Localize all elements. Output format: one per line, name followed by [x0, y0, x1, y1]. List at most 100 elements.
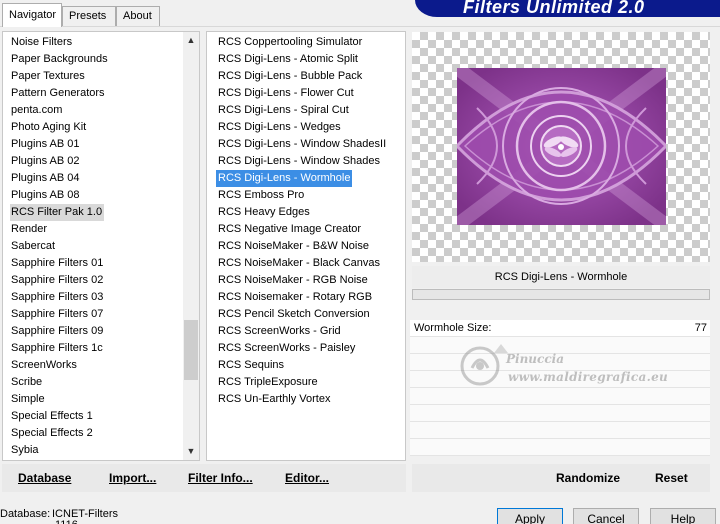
- randomize-button[interactable]: Randomize: [556, 471, 620, 485]
- filter-list[interactable]: RCS Coppertooling Simulator RCS Digi-Lens…: [206, 31, 406, 461]
- filter-item-label: RCS Digi-Lens - Window ShadesII: [218, 138, 387, 150]
- filter-info-button[interactable]: Filter Info...: [188, 471, 253, 485]
- preview-area: [412, 32, 710, 262]
- editor-button[interactable]: Editor...: [285, 471, 329, 485]
- category-item[interactable]: Sapphire Filters 01: [10, 255, 185, 272]
- category-item[interactable]: Special Effects 1: [10, 408, 185, 425]
- category-item[interactable]: Sapphire Filters 1c: [10, 340, 185, 357]
- category-item[interactable]: Sapphire Filters 07: [10, 306, 185, 323]
- filter-item-label: RCS Digi-Lens - Wormhole: [216, 170, 353, 187]
- import-button[interactable]: Import...: [109, 471, 156, 485]
- filter-item[interactable]: RCS Emboss Pro: [216, 187, 401, 204]
- filter-item[interactable]: RCS Digi-Lens - Spiral Cut: [216, 102, 401, 119]
- apply-button[interactable]: Apply: [497, 508, 563, 524]
- category-item[interactable]: Paper Textures: [10, 68, 185, 85]
- category-item-label: Sapphire Filters 01: [11, 257, 104, 269]
- category-item[interactable]: Sybia: [10, 442, 185, 459]
- param-row-empty: [410, 439, 710, 456]
- category-item[interactable]: Sapphire Filters 03: [10, 289, 185, 306]
- category-item[interactable]: Plugins AB 02: [10, 153, 185, 170]
- category-item[interactable]: Noise Filters: [10, 34, 185, 51]
- category-item[interactable]: Tech Pri...: [10, 459, 185, 460]
- filter-item[interactable]: RCS Sequins: [216, 357, 401, 374]
- scroll-down-arrow-icon[interactable]: ▼: [183, 443, 199, 460]
- filter-item[interactable]: RCS Digi-Lens - Bubble Pack: [216, 68, 401, 85]
- filter-item[interactable]: RCS NoiseMaker - RGB Noise: [216, 272, 401, 289]
- watermark: Pinuccia www.maldiregrafica.eu: [458, 346, 678, 414]
- filter-item[interactable]: RCS Un-Earthly Vortex: [216, 391, 401, 408]
- category-item[interactable]: Photo Aging Kit: [10, 119, 185, 136]
- category-item-label: Photo Aging Kit: [11, 121, 87, 133]
- database-button[interactable]: Database: [18, 471, 71, 485]
- help-button[interactable]: Help: [650, 508, 716, 524]
- scroll-thumb[interactable]: [184, 320, 198, 380]
- tab-navigator[interactable]: Navigator: [2, 3, 62, 27]
- filter-item[interactable]: RCS ScreenWorks - Paisley: [216, 340, 401, 357]
- filter-item[interactable]: RCS NoiseMaker - B&W Noise: [216, 238, 401, 255]
- category-item[interactable]: RCS Filter Pak 1.0: [10, 204, 185, 221]
- category-item[interactable]: ScreenWorks: [10, 357, 185, 374]
- filter-item[interactable]: RCS Digi-Lens - Wormhole: [216, 170, 401, 187]
- filter-item-label: RCS NoiseMaker - RGB Noise: [218, 274, 368, 286]
- category-item[interactable]: Sapphire Filters 09: [10, 323, 185, 340]
- category-item[interactable]: Simple: [10, 391, 185, 408]
- watermark-url: www.maldiregrafica.eu: [508, 370, 669, 384]
- category-item[interactable]: Special Effects 2: [10, 425, 185, 442]
- category-scrollbar[interactable]: ▲ ▼: [183, 32, 199, 460]
- category-item[interactable]: Sapphire Filters 02: [10, 272, 185, 289]
- cancel-button[interactable]: Cancel: [573, 508, 639, 524]
- app-title: Filters Unlimited 2.0: [463, 0, 645, 17]
- filter-item-label: RCS Un-Earthly Vortex: [218, 393, 331, 405]
- category-item-label: Sybia: [11, 444, 39, 456]
- category-item[interactable]: Plugins AB 01: [10, 136, 185, 153]
- category-item[interactable]: penta.com: [10, 102, 185, 119]
- scroll-up-arrow-icon[interactable]: ▲: [183, 32, 199, 49]
- filter-item-label: RCS Digi-Lens - Window Shades: [218, 155, 381, 167]
- param-label: Wormhole Size:: [414, 322, 492, 334]
- category-item-label: Noise Filters: [11, 36, 73, 48]
- filter-item[interactable]: RCS Digi-Lens - Atomic Split: [216, 51, 401, 68]
- filter-item[interactable]: RCS Pencil Sketch Conversion: [216, 306, 401, 323]
- category-item-label: Sapphire Filters 02: [11, 274, 104, 286]
- category-item-label: Pattern Generators: [11, 87, 105, 99]
- filter-item[interactable]: RCS Digi-Lens - Window Shades: [216, 153, 401, 170]
- category-item[interactable]: Scribe: [10, 374, 185, 391]
- category-item[interactable]: Pattern Generators: [10, 85, 185, 102]
- tab-about[interactable]: About: [116, 6, 160, 26]
- filter-item[interactable]: RCS Negative Image Creator: [216, 221, 401, 238]
- category-item-label: Plugins AB 02: [11, 155, 80, 167]
- filter-item[interactable]: RCS Coppertooling Simulator: [216, 34, 401, 51]
- left-button-bar: Database Import... Filter Info... Editor…: [2, 464, 406, 492]
- filter-item[interactable]: RCS ScreenWorks - Grid: [216, 323, 401, 340]
- category-item[interactable]: Paper Backgrounds: [10, 51, 185, 68]
- filter-item-label: RCS Digi-Lens - Flower Cut: [218, 87, 354, 99]
- filter-item-label: RCS Coppertooling Simulator: [218, 36, 363, 48]
- category-item[interactable]: Sabercat: [10, 238, 185, 255]
- filter-item[interactable]: RCS NoiseMaker - Black Canvas: [216, 255, 401, 272]
- filter-item[interactable]: RCS Heavy Edges: [216, 204, 401, 221]
- category-item[interactable]: Plugins AB 08: [10, 187, 185, 204]
- category-item-label: Special Effects 2: [11, 427, 93, 439]
- category-item[interactable]: Render: [10, 221, 185, 238]
- filter-items: RCS Coppertooling Simulator RCS Digi-Lens…: [216, 34, 401, 408]
- category-item-label: Plugins AB 04: [11, 172, 80, 184]
- category-items: Noise Filters Paper Backgrounds Paper Text…: [10, 34, 185, 460]
- filter-item[interactable]: RCS Digi-Lens - Wedges: [216, 119, 401, 136]
- category-item-label: RCS Filter Pak 1.0: [10, 204, 105, 221]
- filter-item[interactable]: RCS Digi-Lens - Flower Cut: [216, 85, 401, 102]
- filter-item-label: RCS Digi-Lens - Bubble Pack: [218, 70, 363, 82]
- filter-item[interactable]: RCS Noisemaker - Rotary RGB: [216, 289, 401, 306]
- filter-item-label: RCS ScreenWorks - Paisley: [218, 342, 356, 354]
- param-value[interactable]: 77: [695, 322, 707, 334]
- selected-filter-name: RCS Digi-Lens - Wormhole: [412, 266, 710, 288]
- category-item-label: penta.com: [11, 104, 63, 116]
- tab-presets[interactable]: Presets: [62, 6, 116, 26]
- param-row-wormhole-size[interactable]: Wormhole Size: 77: [410, 320, 710, 337]
- reset-button[interactable]: Reset: [655, 471, 688, 485]
- filter-item-label: RCS Digi-Lens - Spiral Cut: [218, 104, 349, 116]
- category-list[interactable]: Noise Filters Paper Backgrounds Paper Text…: [2, 31, 200, 461]
- param-row-empty: [410, 422, 710, 439]
- category-item[interactable]: Plugins AB 04: [10, 170, 185, 187]
- filter-item[interactable]: RCS TripleExposure: [216, 374, 401, 391]
- filter-item[interactable]: RCS Digi-Lens - Window ShadesII: [216, 136, 401, 153]
